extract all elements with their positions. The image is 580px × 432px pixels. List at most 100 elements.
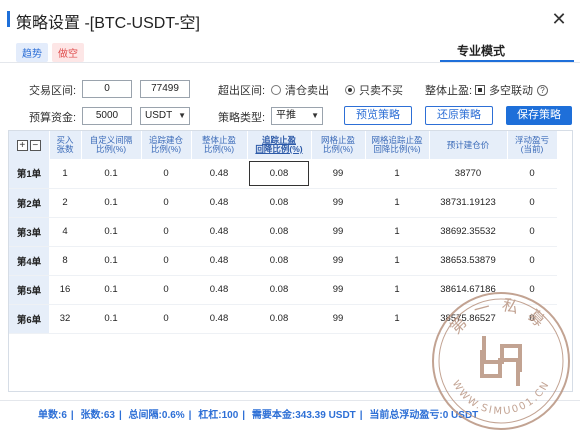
table-cell[interactable]: 32 [49,304,81,334]
table-cell[interactable]: 4 [49,217,81,247]
range-high-input[interactable]: 77499 [140,80,190,98]
table-cell[interactable]: 0.08 [247,246,311,276]
table-cell[interactable]: 99 [311,217,365,247]
table-cell[interactable]: 99 [311,159,365,189]
table-cell: 0 [507,188,557,218]
radio-unchecked-icon [271,85,281,95]
table-cell[interactable]: 1 [365,188,429,218]
table-cell[interactable]: 0.1 [81,275,141,305]
row-header: 第3单 [9,217,49,247]
table-cell[interactable]: 0.48 [191,217,247,247]
strategy-type-select[interactable]: 平推 ▼ [271,107,323,125]
table-cell[interactable]: 0.1 [81,217,141,247]
table-cell[interactable]: 0.48 [191,304,247,334]
expand-plus-icon[interactable]: + [16,139,28,151]
table-cell: 38575.86527 [429,304,507,334]
column-header: 追踪止盈 回降比例(%) [247,131,312,159]
table-cell[interactable]: 8 [49,246,81,276]
overall-stop-label: 整体止盈: [425,85,473,97]
strategy-type-label: 策略类型: [218,112,266,124]
table-cell[interactable]: 0 [141,304,191,334]
current-pnl: 当前总浮动盈亏:0 USDT [369,410,479,421]
column-header-label: 预计建仓价 [446,139,490,150]
table-cell: 38614.67186 [429,275,507,305]
range-low-input[interactable]: 0 [82,80,132,98]
table-row: 第5单 16 0.1 0 0.48 0.08 99 1 38614.67186 0 [9,275,557,305]
table-cell[interactable]: 99 [311,246,365,276]
preview-strategy-button[interactable]: 预览策略 [344,106,412,125]
table-cell: 38692.35532 [429,217,507,247]
currency-select[interactable]: USDT ▼ [140,107,190,125]
table-cell[interactable]: 1 [365,217,429,247]
table-cell[interactable]: 1 [365,159,429,189]
help-icon[interactable]: ? [537,84,548,96]
title-accent-bar [7,11,10,27]
table-cell[interactable]: 0 [141,159,191,189]
table-cell[interactable]: 0.08 [247,275,311,305]
table-row: 第2单 2 0.1 0 0.48 0.08 99 1 38731.19123 0 [9,188,557,218]
table-cell[interactable]: 1 [365,275,429,305]
strategy-type-value: 平推 [276,110,296,121]
table-cell: 38653.53879 [429,246,507,276]
table-cell[interactable]: 1 [49,159,81,189]
table-cell[interactable]: 0 [141,188,191,218]
column-header: 整体止盈 比例(%) [191,131,248,159]
table-cell[interactable]: 0.48 [191,159,247,189]
table-cell[interactable]: 1 [365,304,429,334]
table-cell[interactable]: 0 [141,246,191,276]
column-header: 网格止盈 比例(%) [311,131,366,159]
close-icon[interactable]: ✕ [550,10,568,28]
radio-buy-only[interactable]: 只卖不买 [345,82,403,98]
column-header-label: 追踪止盈 回降比例(%) [255,135,303,154]
column-header: 买入 张数 [49,131,82,159]
collapse-minus-icon[interactable]: − [29,139,41,151]
table-cell[interactable]: 0.48 [191,246,247,276]
currency-select-value: USDT [145,110,173,121]
long-short-link-toggle[interactable]: 多空联动 ? [475,82,548,98]
table-cell[interactable]: 0.1 [81,246,141,276]
radio-close-all[interactable]: 清仓卖出 [271,82,329,98]
column-header: 自定义间隔 比例(%) [81,131,142,159]
save-strategy-button[interactable]: 保存策略 [506,106,572,125]
orders-table: + − 买入 张数 自定义间隔 比例(%) 追踪建仓 比例(%) 整体止盈 比例(%) 追踪止盈 回降… [9,131,558,334]
window-title: 策略设置 -[BTC-USDT-空] [16,15,200,32]
table-cell[interactable]: 0 [141,217,191,247]
tab-pro-mode[interactable]: 专业模式 [457,42,505,59]
column-header: 网格追踪止盈 回降比例(%) [365,131,430,159]
table-cell[interactable]: 0.08 [247,304,311,334]
row-header: 第6单 [9,304,49,334]
table-cell[interactable]: 2 [49,188,81,218]
table-cell: 0 [507,304,557,334]
strategy-badges: 趋势 做空 [16,43,84,62]
table-cell[interactable]: 99 [311,304,365,334]
budget-input[interactable]: 5000 [82,107,132,125]
contracts-count: 张数:63 [80,410,115,421]
table-cell[interactable]: 0.1 [81,304,141,334]
radio-close-all-label: 清仓卖出 [285,85,329,97]
table-body: 第1单 1 0.1 0 0.48 0.08 99 1 38770 0 第2单 2 0.1 0 0.48 0.0… [9,159,557,334]
table-cell[interactable]: 1 [365,246,429,276]
table-cell[interactable]: 0 [141,275,191,305]
column-header-label: 整体止盈 比例(%) [201,135,236,154]
column-header: 浮动盈亏 (当前) [507,131,558,159]
column-header-label: 网格止盈 比例(%) [320,135,355,154]
table-cell[interactable]: 0.1 [81,188,141,218]
table-cell[interactable]: 0.08 [247,159,311,189]
table-cell[interactable]: 0.48 [191,275,247,305]
table-cell[interactable]: 0.08 [247,217,311,247]
table-cell[interactable]: 99 [311,188,365,218]
table-cell[interactable]: 0.08 [247,188,311,218]
table-cell[interactable]: 0.1 [81,159,141,189]
restore-strategy-button[interactable]: 还原策略 [425,106,493,125]
summary-text: 单数:6 | 张数:63 | 总间隔:0.6% | 杠杠:100 | 需要本金:343.… [38,410,479,421]
column-header-label: 买入 张数 [56,135,74,154]
column-header-label: 网格追踪止盈 回降比例(%) [371,135,423,154]
summary-footer: 单数:6 | 张数:63 | 总间隔:0.6% | 杠杠:100 | 需要本金:343.… [0,400,580,421]
trade-range-label: 交易区间: [29,85,77,97]
table-cell[interactable]: 99 [311,275,365,305]
header-divider [0,62,580,63]
checkbox-checked-icon [475,85,485,95]
table-cell: 0 [507,159,557,189]
table-cell[interactable]: 0.48 [191,188,247,218]
table-cell[interactable]: 16 [49,275,81,305]
